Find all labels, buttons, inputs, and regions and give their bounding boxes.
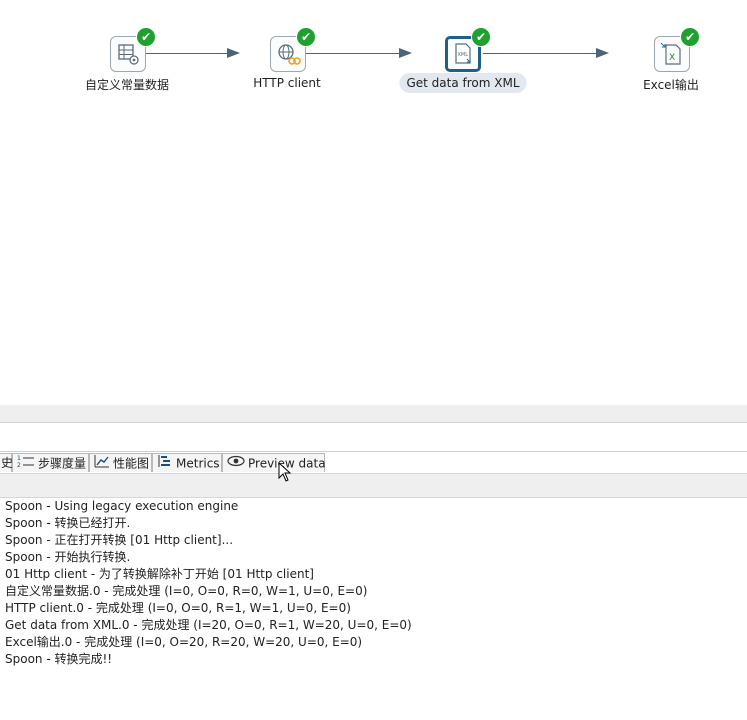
log-line: 01 Http client - 为了转换解除补丁开始 [01 Http cli… bbox=[5, 567, 314, 581]
metrics-icon bbox=[157, 454, 173, 474]
step-metrics-icon: 12 bbox=[17, 454, 35, 474]
execution-results-tabbar: 史 12 步骤度量 性能图 Metrics Preview data bbox=[0, 451, 747, 473]
log-line: Spoon - 转换完成!! bbox=[5, 652, 113, 666]
hop-arrow[interactable] bbox=[146, 48, 240, 58]
step-label: HTTP client bbox=[253, 76, 321, 90]
log-toolbar bbox=[0, 473, 747, 498]
step-label: Get data from XML bbox=[399, 73, 527, 93]
log-line: Get data from XML.0 - 完成处理 (I=20, O=0, R… bbox=[5, 618, 412, 632]
tab-performance-graph[interactable]: 性能图 bbox=[89, 453, 152, 472]
panel-divider[interactable] bbox=[0, 405, 747, 423]
svg-text:2: 2 bbox=[17, 462, 21, 468]
log-line: Spoon - 正在打开转换 [01 Http client]... bbox=[5, 533, 234, 547]
check-icon: ✔ bbox=[296, 27, 316, 47]
hop-arrow[interactable] bbox=[306, 48, 412, 58]
log-line: Excel输出.0 - 完成处理 (I=0, O=20, R=20, W=20,… bbox=[5, 635, 363, 649]
svg-text:X: X bbox=[669, 53, 675, 63]
log-line: 自定义常量数据.0 - 完成处理 (I=0, O=0, R=0, W=1, U=… bbox=[5, 584, 368, 598]
eye-icon bbox=[227, 454, 245, 474]
tab-preview-data[interactable]: Preview data bbox=[222, 453, 326, 474]
step-label: Excel输出 bbox=[643, 78, 699, 92]
log-output[interactable]: Spoon - Using legacy execution engine Sp… bbox=[5, 498, 740, 668]
mouse-pointer-icon bbox=[278, 462, 292, 482]
tab-step-metrics[interactable]: 12 步骤度量 bbox=[12, 453, 89, 472]
step-constant-data[interactable]: ✔ bbox=[110, 27, 156, 72]
log-line: HTTP client.0 - 完成处理 (I=0, O=0, R=1, W=1… bbox=[5, 601, 351, 615]
tab-metrics[interactable]: Metrics bbox=[152, 453, 222, 472]
log-line: Spoon - 开始执行转换. bbox=[5, 550, 131, 564]
step-http-client[interactable]: ✔ bbox=[270, 27, 316, 72]
tab-history[interactable]: 史 bbox=[0, 453, 13, 472]
check-icon: ✔ bbox=[471, 27, 491, 47]
transformation-canvas[interactable]: ✔ 自定义常量数据 ✔ HTTP client XML ✔ Get data f… bbox=[0, 0, 747, 405]
step-excel-output[interactable]: X ✔ bbox=[654, 27, 700, 72]
line-chart-icon bbox=[94, 454, 110, 474]
svg-text:1: 1 bbox=[17, 455, 21, 462]
log-line: Spoon - Using legacy execution engine bbox=[5, 499, 239, 513]
check-icon: ✔ bbox=[136, 27, 156, 47]
step-get-data-from-xml[interactable]: XML ✔ bbox=[445, 27, 491, 72]
step-label: 自定义常量数据 bbox=[84, 78, 170, 92]
svg-text:XML: XML bbox=[458, 52, 469, 58]
hop-arrow[interactable] bbox=[483, 48, 609, 58]
log-line: Spoon - 转换已经打开. bbox=[5, 516, 131, 530]
check-icon: ✔ bbox=[680, 27, 700, 47]
